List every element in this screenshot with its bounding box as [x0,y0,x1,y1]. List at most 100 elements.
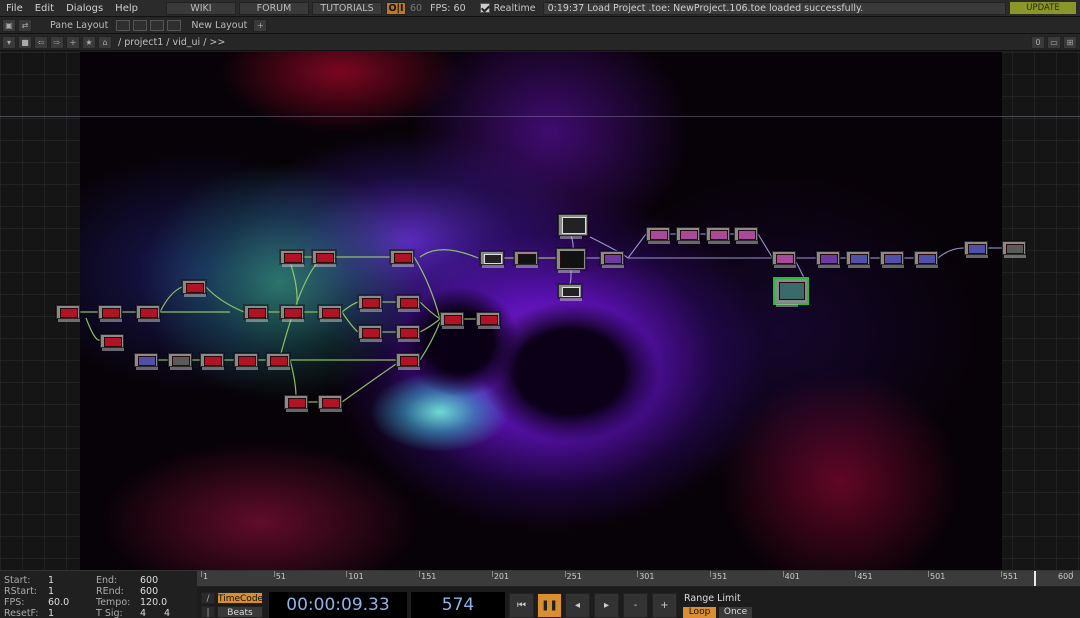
timecode-toggle-icon[interactable]: / [201,592,215,604]
network-node[interactable] [244,305,268,322]
tsig-denominator[interactable]: 4 [164,608,170,618]
start-value[interactable]: 1 [48,575,54,586]
beats-button[interactable]: Beats [217,606,263,618]
ruler-tick [1000,571,1002,577]
network-node[interactable] [772,251,796,268]
network-node[interactable] [816,251,840,268]
network-node[interactable] [280,305,304,322]
window-icon[interactable]: ▭ [1047,35,1061,49]
loop-button[interactable]: Loop [683,607,716,618]
end-value[interactable]: 600 [140,575,158,586]
perform-mode-toggle[interactable]: O|I [385,1,406,15]
network-node[interactable] [734,227,758,244]
timeline-ruler[interactable]: 1 51 101 151 201 251 301 351 401 451 501 551 600 [197,571,1080,587]
step-forward-icon[interactable]: ▸ [594,593,619,618]
swap-icon[interactable]: ⇄ [18,18,32,32]
once-button[interactable]: Once [719,607,752,618]
layout-single-icon[interactable] [116,19,131,31]
network-node[interactable] [846,251,870,268]
wiki-button[interactable]: WIKI [165,1,236,15]
star-icon[interactable]: ★ [82,35,96,49]
menu-file[interactable]: File [0,0,29,17]
network-path[interactable]: / project1 / vid_ui / >> [118,37,225,48]
update-button[interactable]: UPDATE [1010,2,1076,14]
pause-icon[interactable]: ❚❚ [537,593,562,618]
network-node[interactable] [56,305,80,322]
network-node[interactable] [600,251,624,268]
network-editor[interactable] [0,52,1080,570]
add-icon[interactable]: + [66,35,80,49]
image-icon[interactable]: ▣ [2,18,16,32]
forum-button[interactable]: FORUM [238,1,309,15]
new-layout-label: New Layout [191,19,248,31]
network-node[interactable] [396,325,420,342]
selected-node[interactable] [773,277,809,307]
range-limit-label: Range Limit [684,593,741,604]
plus-icon[interactable]: + [652,593,677,618]
layout-split-icon[interactable] [133,19,148,31]
timecode-button[interactable]: TimeCode [217,592,263,604]
tsig-numerator[interactable]: 4 [140,608,164,618]
menu-help[interactable]: Help [109,0,144,17]
frame-display[interactable]: 574 [411,592,505,618]
network-node[interactable] [390,250,414,267]
menu-edit[interactable]: Edit [29,0,60,17]
network-node[interactable] [266,353,290,370]
network-node[interactable] [440,312,464,329]
network-node[interactable] [646,227,670,244]
network-node[interactable] [914,251,938,268]
network-node[interactable] [200,353,224,370]
network-node[interactable] [234,353,258,370]
rend-value[interactable]: 600 [140,586,158,597]
add-layout-button[interactable]: + [253,18,268,32]
home-icon[interactable]: ⌂ [98,35,112,49]
network-node[interactable] [182,280,206,297]
tempo-value[interactable]: 120.0 [140,597,167,608]
network-node[interactable] [556,248,586,273]
network-node[interactable] [558,284,582,301]
network-node[interactable] [318,305,342,322]
network-node[interactable] [476,312,500,329]
minus-icon[interactable]: - [623,593,648,618]
network-node[interactable] [312,250,336,267]
network-node[interactable] [396,353,420,370]
step-back-icon[interactable]: ◂ [565,593,590,618]
network-node[interactable] [98,305,122,322]
playhead[interactable] [1034,571,1037,586]
layout-triple-icon[interactable] [167,19,182,31]
network-node[interactable] [396,295,420,312]
network-node[interactable] [514,251,538,268]
network-node[interactable] [134,353,158,370]
rewind-icon[interactable]: ⏮ [509,593,534,618]
back-arrow-icon[interactable]: ⇦ [34,35,48,49]
network-node[interactable] [676,227,700,244]
fps-value[interactable]: 60.0 [48,597,69,608]
network-node[interactable] [1002,241,1026,258]
time-range-panel: Start: 1 End: 600 RStart: 1 REnd: 600 FPS: 60… [0,571,197,618]
network-node[interactable] [100,334,124,351]
network-node[interactable] [358,295,382,312]
network-node[interactable] [318,395,342,412]
beats-toggle-icon[interactable]: | [201,606,215,618]
network-node[interactable] [558,214,588,239]
network-node[interactable] [880,251,904,268]
tutorials-button[interactable]: TUTORIALS [311,1,382,15]
resetf-value[interactable]: 1 [48,608,54,618]
network-node[interactable] [168,353,192,370]
network-node[interactable] [480,251,504,268]
network-node[interactable] [358,325,382,342]
menu-dialogs[interactable]: Dialogs [60,0,109,17]
grid-view-icon[interactable]: ⊞ [1063,35,1077,49]
network-node[interactable] [136,305,160,322]
timecode-display[interactable]: 00:00:09.33 [269,592,407,618]
rstart-value[interactable]: 1 [48,586,54,597]
network-node[interactable] [280,250,304,267]
forward-arrow-icon[interactable]: ⇨ [50,35,64,49]
dropdown-arrow-icon[interactable]: ▾ [2,35,16,49]
realtime-checkbox[interactable] [479,3,490,13]
network-node[interactable] [706,227,730,244]
network-node[interactable] [964,241,988,258]
stop-icon[interactable]: ■ [18,35,32,49]
layout-quad-icon[interactable] [150,19,165,31]
network-node[interactable] [284,395,308,412]
